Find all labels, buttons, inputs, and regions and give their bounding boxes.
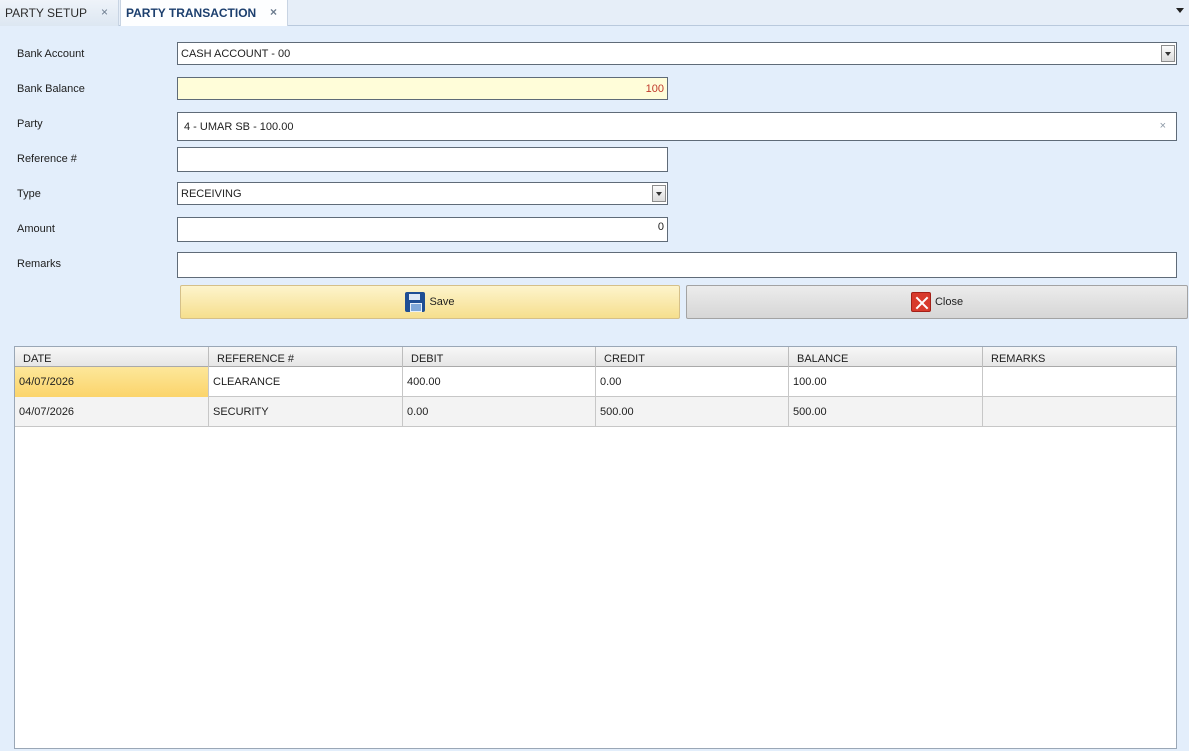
cell-credit[interactable]: 0.00 bbox=[596, 367, 789, 397]
chevron-down-icon[interactable] bbox=[1161, 45, 1175, 62]
type-label: Type bbox=[17, 188, 41, 200]
save-icon bbox=[405, 292, 426, 312]
remarks-label: Remarks bbox=[17, 258, 62, 270]
close-label: Close bbox=[934, 296, 964, 308]
tab-party-transaction[interactable]: PARTY TRANSACTION × bbox=[120, 0, 288, 26]
close-icon[interactable]: × bbox=[101, 5, 108, 19]
save-button[interactable]: Save bbox=[180, 285, 680, 319]
cell-balance[interactable]: 100.00 bbox=[789, 367, 983, 397]
party-value: 4 - UMAR SB - 100.00 bbox=[184, 120, 294, 133]
cell-reference[interactable]: SECURITY bbox=[209, 397, 403, 427]
amount-input[interactable]: 0 bbox=[177, 217, 668, 242]
party-label: Party bbox=[17, 118, 43, 130]
bank-account-select[interactable]: CASH ACCOUNT - 00 bbox=[177, 42, 1177, 65]
amount-value: 0 bbox=[657, 221, 664, 233]
close-icon bbox=[910, 292, 931, 312]
column-header-date[interactable]: DATE bbox=[15, 347, 209, 367]
remarks-input[interactable] bbox=[177, 252, 1177, 278]
table-row[interactable]: 04/07/2026 SECURITY 0.00 500.00 500.00 bbox=[15, 397, 1176, 427]
bank-balance-value: 100 bbox=[645, 82, 664, 95]
save-label: Save bbox=[429, 296, 455, 308]
tab-label: PARTY SETUP bbox=[5, 6, 88, 20]
type-select[interactable]: RECEIVING bbox=[177, 182, 668, 205]
bank-account-label: Bank Account bbox=[17, 48, 85, 60]
type-value: RECEIVING bbox=[181, 187, 242, 200]
amount-label: Amount bbox=[17, 223, 55, 235]
bank-balance-label: Bank Balance bbox=[17, 83, 85, 95]
cell-remarks[interactable] bbox=[983, 367, 1176, 397]
tab-label: PARTY TRANSACTION bbox=[126, 6, 257, 20]
column-header-balance[interactable]: BALANCE bbox=[789, 347, 983, 367]
cell-remarks[interactable] bbox=[983, 397, 1176, 427]
cell-balance[interactable]: 500.00 bbox=[789, 397, 983, 427]
cell-date[interactable]: 04/07/2026 bbox=[15, 397, 209, 427]
cell-reference[interactable]: CLEARANCE bbox=[209, 367, 403, 397]
column-header-credit[interactable]: CREDIT bbox=[596, 347, 789, 367]
reference-label: Reference # bbox=[17, 153, 77, 165]
clear-icon[interactable]: × bbox=[1160, 120, 1166, 132]
table-row[interactable]: 04/07/2026 CLEARANCE 400.00 0.00 100.00 bbox=[15, 367, 1176, 397]
column-header-reference[interactable]: REFERENCE # bbox=[209, 347, 403, 367]
close-icon[interactable]: × bbox=[270, 5, 277, 19]
reference-input[interactable] bbox=[177, 147, 668, 172]
bank-account-value: CASH ACCOUNT - 00 bbox=[181, 47, 291, 60]
chevron-down-icon[interactable] bbox=[652, 185, 666, 202]
form-panel: Bank Account CASH ACCOUNT - 00 Bank Bala… bbox=[0, 26, 1189, 751]
tab-strip: PARTY SETUP × PARTY TRANSACTION × bbox=[0, 0, 1189, 26]
grid-header: DATE REFERENCE # DEBIT CREDIT BALANCE RE… bbox=[15, 347, 1176, 367]
cell-debit[interactable]: 0.00 bbox=[403, 397, 596, 427]
bank-balance-field: 100 bbox=[177, 77, 668, 100]
close-button[interactable]: Close bbox=[686, 285, 1188, 319]
column-header-debit[interactable]: DEBIT bbox=[403, 347, 596, 367]
chevron-down-icon[interactable] bbox=[1175, 6, 1185, 16]
cell-date[interactable]: 04/07/2026 bbox=[15, 367, 209, 397]
cell-debit[interactable]: 400.00 bbox=[403, 367, 596, 397]
tab-party-setup[interactable]: PARTY SETUP × bbox=[0, 0, 119, 26]
party-field[interactable]: 4 - UMAR SB - 100.00 × bbox=[177, 112, 1177, 141]
transactions-grid[interactable]: DATE REFERENCE # DEBIT CREDIT BALANCE RE… bbox=[14, 346, 1177, 749]
cell-credit[interactable]: 500.00 bbox=[596, 397, 789, 427]
column-header-remarks[interactable]: REMARKS bbox=[983, 347, 1176, 367]
